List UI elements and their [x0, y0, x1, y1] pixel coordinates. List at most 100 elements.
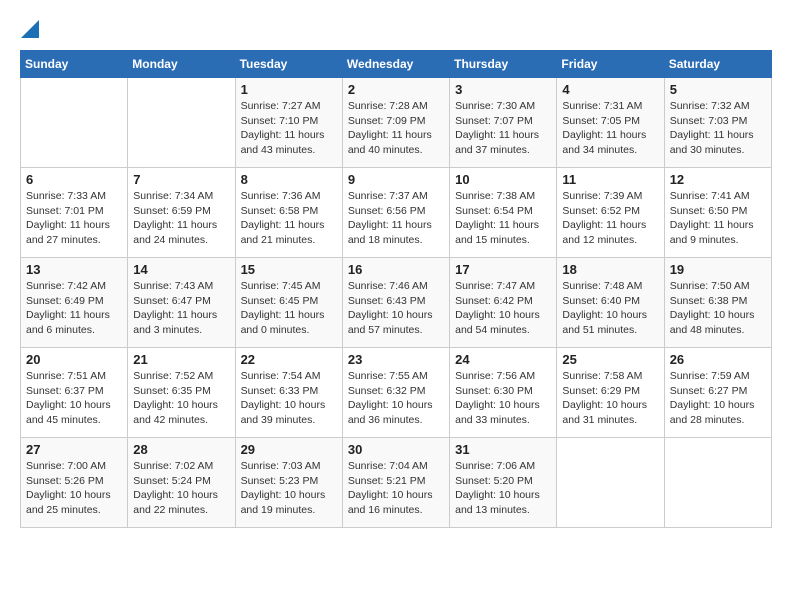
day-info: Sunrise: 7:27 AMSunset: 7:10 PMDaylight:… — [241, 99, 337, 158]
weekday-header-tuesday: Tuesday — [235, 51, 342, 78]
day-info: Sunrise: 7:06 AMSunset: 5:20 PMDaylight:… — [455, 459, 551, 518]
calendar-cell: 7 Sunrise: 7:34 AMSunset: 6:59 PMDaylight… — [128, 168, 235, 258]
calendar-cell: 11 Sunrise: 7:39 AMSunset: 6:52 PMDayligh… — [557, 168, 664, 258]
weekday-header-saturday: Saturday — [664, 51, 771, 78]
day-number: 13 — [26, 262, 122, 277]
calendar-cell: 27 Sunrise: 7:00 AMSunset: 5:26 PMDayligh… — [21, 438, 128, 528]
calendar-cell: 3 Sunrise: 7:30 AMSunset: 7:07 PMDaylight… — [450, 78, 557, 168]
calendar-cell: 28 Sunrise: 7:02 AMSunset: 5:24 PMDayligh… — [128, 438, 235, 528]
day-number: 15 — [241, 262, 337, 277]
day-number: 5 — [670, 82, 766, 97]
calendar-cell: 24 Sunrise: 7:56 AMSunset: 6:30 PMDayligh… — [450, 348, 557, 438]
calendar-cell: 23 Sunrise: 7:55 AMSunset: 6:32 PMDayligh… — [342, 348, 449, 438]
day-info: Sunrise: 7:00 AMSunset: 5:26 PMDaylight:… — [26, 459, 122, 518]
calendar-cell: 21 Sunrise: 7:52 AMSunset: 6:35 PMDayligh… — [128, 348, 235, 438]
day-number: 24 — [455, 352, 551, 367]
day-number: 26 — [670, 352, 766, 367]
day-info: Sunrise: 7:55 AMSunset: 6:32 PMDaylight:… — [348, 369, 444, 428]
logo-arrow-icon — [21, 20, 39, 38]
day-info: Sunrise: 7:59 AMSunset: 6:27 PMDaylight:… — [670, 369, 766, 428]
calendar-cell: 17 Sunrise: 7:47 AMSunset: 6:42 PMDayligh… — [450, 258, 557, 348]
day-number: 2 — [348, 82, 444, 97]
day-info: Sunrise: 7:46 AMSunset: 6:43 PMDaylight:… — [348, 279, 444, 338]
calendar-cell: 8 Sunrise: 7:36 AMSunset: 6:58 PMDaylight… — [235, 168, 342, 258]
logo — [20, 20, 40, 34]
day-number: 20 — [26, 352, 122, 367]
day-number: 22 — [241, 352, 337, 367]
day-number: 3 — [455, 82, 551, 97]
calendar-table: SundayMondayTuesdayWednesdayThursdayFrid… — [20, 50, 772, 528]
weekday-header-friday: Friday — [557, 51, 664, 78]
day-info: Sunrise: 7:58 AMSunset: 6:29 PMDaylight:… — [562, 369, 658, 428]
day-number: 21 — [133, 352, 229, 367]
day-number: 30 — [348, 442, 444, 457]
calendar-cell: 5Sunrise: 7:32 AMSunset: 7:03 PMDaylight… — [664, 78, 771, 168]
calendar-cell: 30 Sunrise: 7:04 AMSunset: 5:21 PMDayligh… — [342, 438, 449, 528]
day-info: Sunrise: 7:39 AMSunset: 6:52 PMDaylight:… — [562, 189, 658, 248]
calendar-cell: 16 Sunrise: 7:46 AMSunset: 6:43 PMDayligh… — [342, 258, 449, 348]
weekday-header-sunday: Sunday — [21, 51, 128, 78]
day-info: Sunrise: 7:33 AMSunset: 7:01 PMDaylight:… — [26, 189, 122, 248]
day-number: 10 — [455, 172, 551, 187]
day-info: Sunrise: 7:03 AMSunset: 5:23 PMDaylight:… — [241, 459, 337, 518]
day-info: Sunrise: 7:56 AMSunset: 6:30 PMDaylight:… — [455, 369, 551, 428]
calendar-cell: 10 Sunrise: 7:38 AMSunset: 6:54 PMDayligh… — [450, 168, 557, 258]
day-info: Sunrise: 7:42 AMSunset: 6:49 PMDaylight:… — [26, 279, 122, 338]
day-number: 18 — [562, 262, 658, 277]
calendar-cell — [664, 438, 771, 528]
day-number: 4 — [562, 82, 658, 97]
day-info: Sunrise: 7:34 AMSunset: 6:59 PMDaylight:… — [133, 189, 229, 248]
day-number: 19 — [670, 262, 766, 277]
calendar-cell: 29 Sunrise: 7:03 AMSunset: 5:23 PMDayligh… — [235, 438, 342, 528]
calendar-cell: 6 Sunrise: 7:33 AMSunset: 7:01 PMDaylight… — [21, 168, 128, 258]
day-info: Sunrise: 7:54 AMSunset: 6:33 PMDaylight:… — [241, 369, 337, 428]
day-number: 28 — [133, 442, 229, 457]
day-number: 12 — [670, 172, 766, 187]
day-info: Sunrise: 7:41 AMSunset: 6:50 PMDaylight:… — [670, 189, 766, 248]
day-number: 9 — [348, 172, 444, 187]
calendar-cell: 25Sunrise: 7:58 AMSunset: 6:29 PMDayligh… — [557, 348, 664, 438]
calendar-cell: 14Sunrise: 7:43 AMSunset: 6:47 PMDayligh… — [128, 258, 235, 348]
calendar-cell — [21, 78, 128, 168]
calendar-cell: 2 Sunrise: 7:28 AMSunset: 7:09 PMDaylight… — [342, 78, 449, 168]
calendar-cell: 13 Sunrise: 7:42 AMSunset: 6:49 PMDayligh… — [21, 258, 128, 348]
weekday-header-wednesday: Wednesday — [342, 51, 449, 78]
calendar-cell: 1 Sunrise: 7:27 AMSunset: 7:10 PMDaylight… — [235, 78, 342, 168]
calendar-cell: 9 Sunrise: 7:37 AMSunset: 6:56 PMDaylight… — [342, 168, 449, 258]
day-number: 14 — [133, 262, 229, 277]
day-number: 27 — [26, 442, 122, 457]
day-number: 23 — [348, 352, 444, 367]
day-number: 1 — [241, 82, 337, 97]
day-info: Sunrise: 7:38 AMSunset: 6:54 PMDaylight:… — [455, 189, 551, 248]
day-info: Sunrise: 7:31 AMSunset: 7:05 PMDaylight:… — [562, 99, 658, 158]
day-info: Sunrise: 7:28 AMSunset: 7:09 PMDaylight:… — [348, 99, 444, 158]
day-info: Sunrise: 7:51 AMSunset: 6:37 PMDaylight:… — [26, 369, 122, 428]
day-info: Sunrise: 7:52 AMSunset: 6:35 PMDaylight:… — [133, 369, 229, 428]
calendar-cell — [128, 78, 235, 168]
calendar-cell: 12 Sunrise: 7:41 AMSunset: 6:50 PMDayligh… — [664, 168, 771, 258]
calendar-cell: 15 Sunrise: 7:45 AMSunset: 6:45 PMDayligh… — [235, 258, 342, 348]
weekday-header-monday: Monday — [128, 51, 235, 78]
calendar-cell: 19 Sunrise: 7:50 AMSunset: 6:38 PMDayligh… — [664, 258, 771, 348]
day-number: 8 — [241, 172, 337, 187]
day-number: 31 — [455, 442, 551, 457]
calendar-cell: 31 Sunrise: 7:06 AMSunset: 5:20 PMDayligh… — [450, 438, 557, 528]
calendar-cell: 18Sunrise: 7:48 AMSunset: 6:40 PMDayligh… — [557, 258, 664, 348]
day-info: Sunrise: 7:37 AMSunset: 6:56 PMDaylight:… — [348, 189, 444, 248]
day-info: Sunrise: 7:36 AMSunset: 6:58 PMDaylight:… — [241, 189, 337, 248]
day-info: Sunrise: 7:50 AMSunset: 6:38 PMDaylight:… — [670, 279, 766, 338]
calendar-cell: 4 Sunrise: 7:31 AMSunset: 7:05 PMDaylight… — [557, 78, 664, 168]
calendar-cell: 26 Sunrise: 7:59 AMSunset: 6:27 PMDayligh… — [664, 348, 771, 438]
day-info: Sunrise: 7:02 AMSunset: 5:24 PMDaylight:… — [133, 459, 229, 518]
day-number: 6 — [26, 172, 122, 187]
day-number: 16 — [348, 262, 444, 277]
day-number: 29 — [241, 442, 337, 457]
day-info: Sunrise: 7:45 AMSunset: 6:45 PMDaylight:… — [241, 279, 337, 338]
day-number: 7 — [133, 172, 229, 187]
day-info: Sunrise: 7:04 AMSunset: 5:21 PMDaylight:… — [348, 459, 444, 518]
day-info: Sunrise: 7:47 AMSunset: 6:42 PMDaylight:… — [455, 279, 551, 338]
day-info: Sunrise: 7:30 AMSunset: 7:07 PMDaylight:… — [455, 99, 551, 158]
day-number: 11 — [562, 172, 658, 187]
calendar-cell: 22 Sunrise: 7:54 AMSunset: 6:33 PMDayligh… — [235, 348, 342, 438]
day-number: 17 — [455, 262, 551, 277]
